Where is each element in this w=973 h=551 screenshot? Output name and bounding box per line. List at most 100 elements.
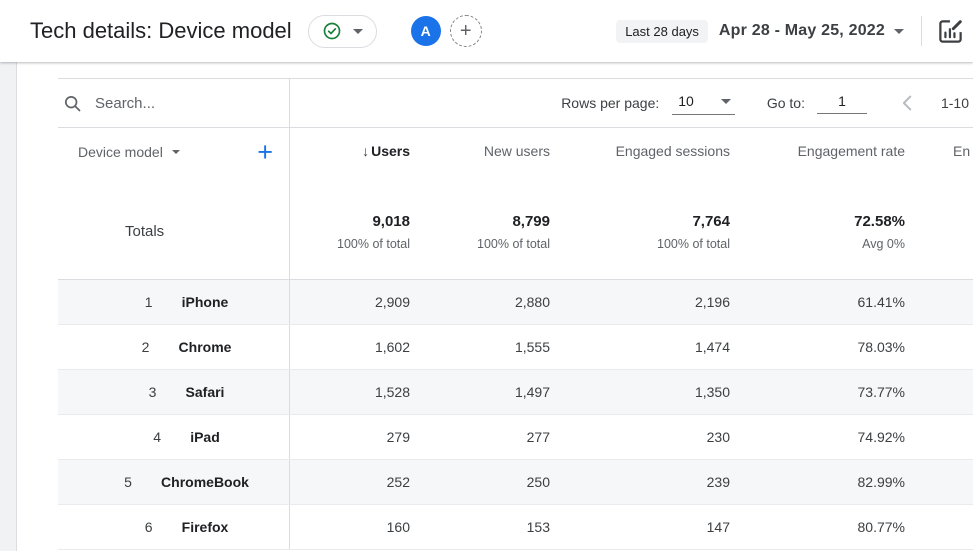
- device-name: iPad: [190, 429, 220, 445]
- cell-engaged-sessions: 1,474: [694, 339, 730, 355]
- search-box[interactable]: [58, 79, 290, 127]
- totals-users: 9,018 100% of total: [337, 212, 410, 251]
- divider: [921, 16, 922, 46]
- app-bar: Tech details: Device model A + Last 28 d…: [0, 0, 973, 62]
- plus-icon: +: [459, 19, 472, 42]
- cell-new-users: 277: [526, 429, 550, 445]
- column-label: Users: [371, 143, 410, 159]
- cell-users: 1,602: [374, 339, 410, 355]
- goto-label: Go to:: [766, 95, 805, 111]
- page-title: Tech details: Device model: [30, 18, 292, 43]
- check-circle-icon: [322, 21, 342, 41]
- account-avatar[interactable]: A: [410, 16, 441, 46]
- cell-clipped: [905, 370, 973, 414]
- cell-engagement-rate: 80.77%: [857, 519, 905, 535]
- row-rank: 6: [144, 519, 153, 535]
- row-rank: 1: [144, 294, 153, 310]
- cell-engaged-sessions: 1,350: [694, 384, 730, 400]
- cell-engagement-rate: 73.77%: [857, 384, 905, 400]
- totals-engaged-sessions: 7,764 100% of total: [657, 212, 730, 251]
- cell-clipped: [905, 460, 973, 504]
- cell-users: 2,909: [374, 294, 410, 310]
- table-row: 4 iPad 279 277 230 74.92%: [58, 415, 973, 460]
- cell-engaged-sessions: 147: [706, 519, 730, 535]
- cell-clipped: [905, 325, 973, 369]
- cell-engaged-sessions: 2,196: [694, 294, 730, 310]
- cell-engaged-sessions: 239: [706, 474, 730, 490]
- totals-new-users: 8,799 100% of total: [477, 212, 550, 251]
- totals-label: Totals: [125, 223, 165, 240]
- table-area: Rows per page: 10 Go to: 1-10 Devi: [58, 78, 973, 550]
- table-row: 3 Safari 1,528 1,497 1,350 73.77%: [58, 370, 973, 415]
- page-range-label: 1-10: [940, 95, 969, 111]
- cell-users: 279: [386, 429, 410, 445]
- device-name: ChromeBook: [161, 474, 249, 490]
- caret-down-icon: [894, 28, 904, 34]
- row-rank: 2: [141, 339, 150, 355]
- cell-users: 160: [386, 519, 410, 535]
- table-row: 1 iPhone 2,909 2,880 2,196 61.41%: [58, 280, 973, 325]
- cell-engagement-rate: 82.99%: [857, 474, 905, 490]
- cell-clipped: [905, 505, 973, 549]
- column-label: Engagement rate: [797, 143, 905, 159]
- table-row: 2 Chrome 1,602 1,555 1,474 78.03%: [58, 325, 973, 370]
- totals-row: Totals 9,018 100% of total 8,799 100% of…: [58, 184, 973, 280]
- device-name: iPhone: [181, 294, 229, 310]
- caret-down-icon: [352, 28, 363, 34]
- avatar-letter: A: [420, 23, 431, 39]
- column-label: Engaged sessions: [615, 143, 730, 159]
- table-header-row: Device model + ↓ Users New users Engaged …: [58, 128, 973, 184]
- column-header-users[interactable]: ↓ Users: [290, 128, 410, 184]
- device-name: Chrome: [178, 339, 232, 355]
- add-comparison-button[interactable]: +: [449, 15, 482, 47]
- report-table-card: Rows per page: 10 Go to: 1-10 Devi: [18, 62, 973, 551]
- table-row: 5 ChromeBook 252 250 239 82.99%: [58, 460, 973, 505]
- totals-engagement-rate: 72.58% Avg 0%: [854, 212, 905, 251]
- cell-new-users: 153: [526, 519, 550, 535]
- cell-engagement-rate: 61.41%: [857, 294, 905, 310]
- cell-new-users: 250: [526, 474, 550, 490]
- search-icon: [63, 94, 82, 113]
- caret-down-icon: [171, 150, 180, 154]
- column-label: New users: [483, 143, 550, 159]
- pagination-controls: Rows per page: 10 Go to: 1-10: [290, 79, 973, 127]
- add-column-button[interactable]: +: [257, 139, 273, 166]
- table-row: 6 Firefox 160 153 147 80.77%: [58, 505, 973, 550]
- cell-users: 252: [386, 474, 410, 490]
- report-status-dropdown[interactable]: [307, 14, 377, 48]
- cell-engagement-rate: 78.03%: [857, 339, 905, 355]
- cell-new-users: 1,497: [514, 384, 550, 400]
- column-header-engaged-sessions[interactable]: Engaged sessions: [550, 128, 730, 184]
- dimension-header-cell: Device model +: [58, 128, 290, 184]
- caret-down-icon: [720, 98, 731, 104]
- device-name: Safari: [185, 384, 225, 400]
- date-range-chip: Last 28 days: [616, 19, 708, 43]
- totals-clipped: [905, 184, 973, 279]
- column-header-engagement-rate[interactable]: Engagement rate: [730, 128, 905, 184]
- app-bar-right: Last 28 days Apr 28 - May 25, 2022: [616, 16, 973, 46]
- customize-report-icon[interactable]: [937, 18, 964, 45]
- cell-clipped: [905, 415, 973, 459]
- column-header-new-users[interactable]: New users: [410, 128, 550, 184]
- column-label: En: [953, 143, 971, 159]
- goto-page-input[interactable]: [816, 92, 867, 114]
- dimension-selector[interactable]: Device model: [78, 144, 163, 160]
- column-header-clipped[interactable]: En: [905, 128, 973, 184]
- row-rank: 5: [124, 474, 132, 490]
- previous-page-icon[interactable]: [897, 92, 919, 114]
- device-name: Firefox: [181, 519, 229, 535]
- page-gutter: [0, 62, 17, 551]
- sort-descending-icon: ↓: [362, 143, 370, 159]
- cell-new-users: 1,555: [514, 339, 550, 355]
- cell-users: 1,528: [374, 384, 410, 400]
- rows-per-page-select[interactable]: 10: [672, 91, 735, 115]
- row-rank: 3: [148, 384, 157, 400]
- cell-engagement-rate: 74.92%: [857, 429, 905, 445]
- rows-per-page-label: Rows per page:: [561, 95, 660, 111]
- search-input[interactable]: [95, 94, 245, 112]
- cell-new-users: 2,880: [514, 294, 550, 310]
- cell-clipped: [905, 280, 973, 324]
- table-toolbar: Rows per page: 10 Go to: 1-10: [58, 78, 973, 128]
- cell-engaged-sessions: 230: [706, 429, 730, 445]
- date-range-selector[interactable]: Apr 28 - May 25, 2022: [719, 22, 885, 40]
